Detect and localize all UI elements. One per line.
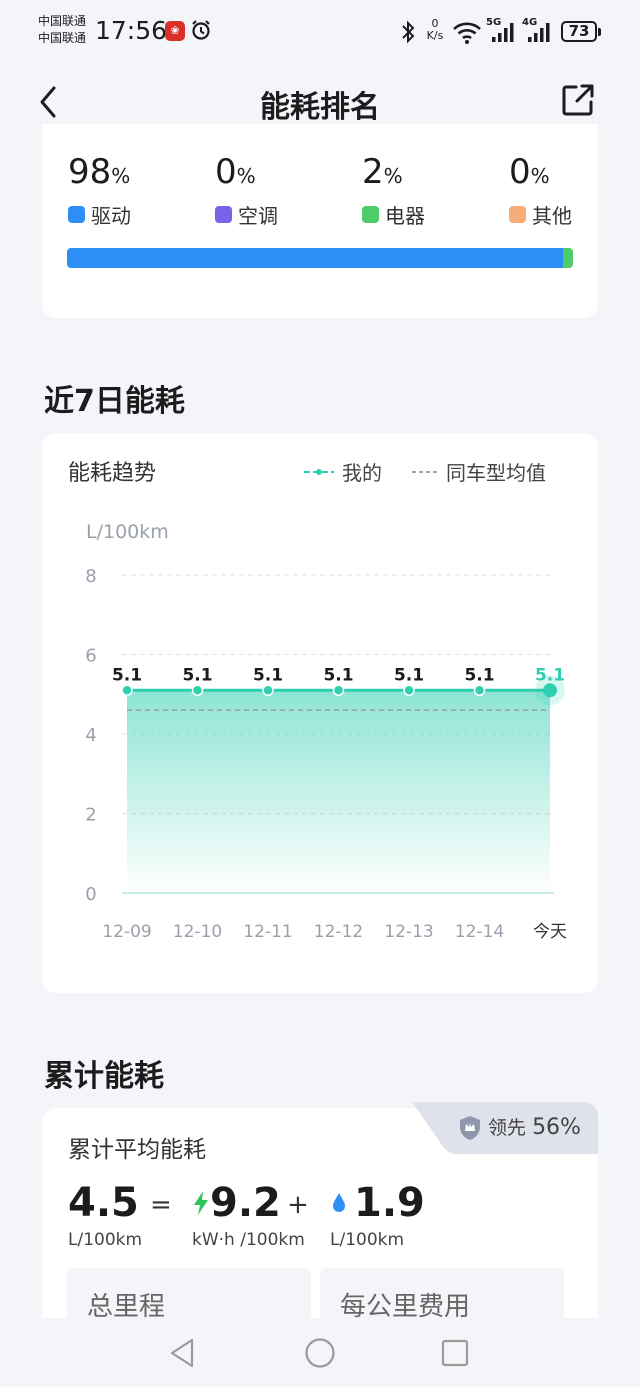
total-consumption: 4.5 L/100km — [68, 1180, 142, 1250]
signal-5g-icon — [492, 23, 514, 42]
lightning-icon — [194, 1191, 208, 1215]
x-tick-label: 12-11 — [243, 922, 292, 942]
data-label: 5.1 — [253, 665, 283, 685]
series-mine-point — [403, 684, 415, 697]
y-axis-label: L/100km — [86, 521, 169, 543]
x-tick-label: 12-09 — [102, 922, 151, 942]
data-label: 5.1 — [394, 665, 424, 685]
data-label: 5.1 — [464, 665, 494, 685]
distribution-item-other: 0% 其他 — [509, 152, 639, 229]
drive-label: 驱动 — [91, 204, 131, 228]
cumulative-card-title: 累计平均能耗 — [68, 1137, 206, 1163]
share-button[interactable] — [560, 82, 596, 118]
x-tick-label: 12-12 — [314, 922, 363, 942]
other-color-dot — [509, 206, 526, 223]
carrier-labels: 中国联通 中国联通 — [38, 13, 86, 47]
electric-unit: kW·h /100km — [192, 1230, 305, 1250]
fuel-drop-icon — [333, 1193, 345, 1212]
x-tick-label: 12-10 — [173, 922, 222, 942]
plus-sign: + — [287, 1190, 309, 1220]
other-percent: 0 — [509, 152, 531, 192]
electric-value: 9.2 — [210, 1180, 281, 1226]
distribution-bar-segment-electrical — [562, 248, 573, 268]
nav-home-button[interactable] — [303, 1336, 337, 1370]
electrical-label: 电器 — [385, 204, 425, 228]
equals-sign: = — [150, 1190, 172, 1220]
ac-percent-unit: % — [236, 164, 256, 188]
data-label: 5.1 — [182, 665, 212, 685]
cumulative-section-title: 累计能耗 — [44, 1059, 164, 1094]
drive-percent-unit: % — [111, 164, 131, 188]
lead-text: 领先 56% — [488, 1113, 581, 1140]
distribution-item-electrical: 2% 电器 — [362, 152, 492, 229]
distribution-item-ac: 0% 空调 — [215, 152, 345, 229]
series-mine-point — [121, 684, 133, 697]
series-mine-area — [127, 690, 550, 893]
alarm-icon — [192, 20, 210, 40]
series-mine-point — [332, 684, 345, 697]
status-bar: 中国联通 中国联通 17:56 ❀ 0 K/s 5G 4G 73 — [0, 0, 640, 64]
ac-percent: 0 — [215, 152, 237, 192]
series-mine-point — [473, 684, 486, 697]
system-nav-bar — [0, 1318, 640, 1387]
other-percent-unit: % — [530, 164, 550, 188]
trend-chart: L/100km 0 2 4 6 8 5.1 5.1 5.1 5.1 5.1 5.1 5.1 12-09 12… — [85, 521, 567, 942]
trend-chart-card: 能耗趋势 我的 同车型均值 L/100km 0 2 4 6 8 5.1 5.1 5.1 5.1 5.… — [42, 433, 598, 993]
data-label: 5.1 — [323, 665, 353, 685]
series-mine-point — [262, 684, 274, 697]
y-tick-label: 6 — [85, 646, 96, 667]
total-value: 4.5 — [68, 1180, 139, 1226]
battery-indicator: 73 — [561, 21, 601, 42]
week-section-title: 近7日能耗 — [44, 384, 185, 419]
wifi-icon — [453, 22, 481, 44]
other-label: 其他 — [532, 204, 572, 228]
signal-4g-icon — [528, 23, 550, 42]
lead-value: 56% — [532, 1115, 581, 1140]
crown-shield-icon — [460, 1116, 480, 1140]
data-label: 5.1 — [112, 665, 142, 685]
fuel-unit: L/100km — [330, 1230, 405, 1250]
distribution-item-drive: 98% 驱动 — [68, 152, 198, 229]
ac-label: 空调 — [238, 204, 278, 228]
y-tick-label: 4 — [85, 725, 96, 746]
page-title: 能耗排名 — [260, 90, 380, 125]
series-mine-point — [191, 684, 204, 697]
net-speed: 0 K/s — [423, 18, 447, 42]
total-unit: L/100km — [68, 1230, 143, 1250]
net-speed-unit: K/s — [426, 29, 444, 42]
energy-distribution-card: 98% 驱动 0% 空调 2% 电器 0% 其他 — [42, 124, 598, 318]
drive-percent: 98 — [68, 152, 112, 192]
fuel-value: 1.9 — [354, 1180, 425, 1226]
distribution-bar-segment-drive — [67, 248, 563, 268]
x-tick-label: 今天 — [533, 922, 567, 942]
y-tick-label: 2 — [85, 805, 96, 826]
fuel-consumption: 1.9 L/100km — [330, 1180, 425, 1250]
x-tick-label: 12-13 — [384, 922, 433, 942]
x-tick-label: 12-14 — [455, 922, 504, 942]
bluetooth-icon — [402, 20, 415, 44]
data-label: 5.1 — [535, 665, 565, 685]
carrier-2: 中国联通 — [38, 31, 87, 45]
carrier-1: 中国联通 — [38, 14, 87, 28]
lead-prefix: 领先 — [488, 1117, 527, 1139]
electrical-percent: 2 — [362, 152, 384, 192]
huawei-app-icon: ❀ — [165, 21, 185, 41]
y-tick-label: 0 — [85, 884, 96, 905]
electrical-color-dot — [362, 206, 379, 223]
distribution-bar — [67, 248, 573, 268]
nav-recents-button[interactable] — [438, 1336, 472, 1370]
series-mine-point — [543, 683, 557, 698]
y-tick-label: 8 — [85, 566, 96, 587]
nav-back-button[interactable] — [166, 1336, 200, 1370]
ac-color-dot — [215, 206, 232, 223]
drive-color-dot — [68, 206, 85, 223]
status-time: 17:56 — [95, 16, 168, 45]
electrical-percent-unit: % — [383, 164, 403, 188]
